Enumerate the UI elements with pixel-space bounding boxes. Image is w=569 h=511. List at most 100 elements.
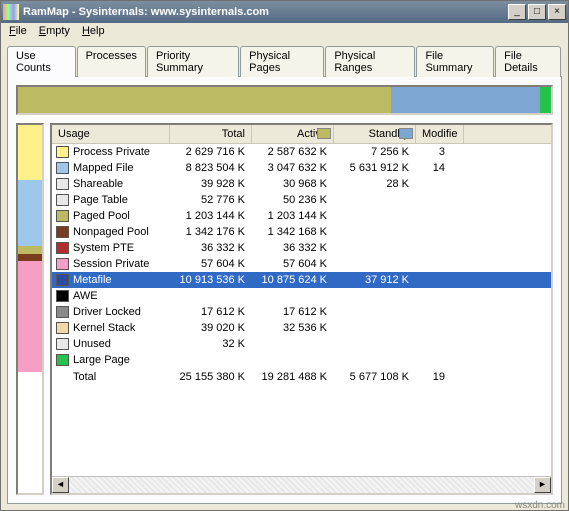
cell-active: 57 604 K <box>251 258 333 270</box>
cell-usage: Unused <box>73 338 169 350</box>
cell-active: 2 587 632 K <box>251 146 333 158</box>
cell-total: 57 604 K <box>169 258 251 270</box>
row-swatch-icon <box>56 274 69 286</box>
usage-grid: Usage Total Active Standby Modifie Proce… <box>50 123 553 495</box>
cell-total: 52 776 K <box>169 194 251 206</box>
table-row[interactable]: Mapped File8 823 504 K3 047 632 K5 631 9… <box>52 160 551 176</box>
tab-file-details[interactable]: File Details <box>495 46 561 77</box>
cell-standby: 5 677 108 K <box>333 371 415 383</box>
table-row[interactable]: Session Private57 604 K57 604 K <box>52 256 551 272</box>
cell-total: 10 913 536 K <box>169 274 251 286</box>
table-row[interactable]: AWE <box>52 288 551 304</box>
cell-modified: 19 <box>415 371 445 383</box>
table-row[interactable]: Process Private2 629 716 K2 587 632 K7 2… <box>52 144 551 160</box>
app-icon <box>3 4 19 20</box>
menu-help[interactable]: Help <box>82 25 105 37</box>
summary-bar <box>16 85 553 115</box>
main-window: RamMap - Sysinternals: www.sysinternals.… <box>0 0 569 511</box>
tab-use-counts[interactable]: Use Counts <box>7 46 76 77</box>
content-area: Usage Total Active Standby Modifie Proce… <box>16 123 553 495</box>
row-swatch-icon <box>56 258 69 270</box>
summary-seg <box>540 87 551 113</box>
close-button[interactable]: × <box>548 4 566 20</box>
cell-usage: Process Private <box>73 146 169 158</box>
table-row[interactable]: Shareable39 928 K30 968 K28 K <box>52 176 551 192</box>
side-bar <box>16 123 44 495</box>
cell-modified: 3 <box>415 146 445 158</box>
titlebar: RamMap - Sysinternals: www.sysinternals.… <box>1 1 568 23</box>
menubar: File Empty Help <box>1 23 568 39</box>
cell-usage: Large Page <box>73 354 169 366</box>
cell-active: 32 536 K <box>251 322 333 334</box>
cell-total: 8 823 504 K <box>169 162 251 174</box>
menu-empty[interactable]: Empty <box>39 25 70 37</box>
col-active[interactable]: Active <box>252 125 334 143</box>
cell-usage: AWE <box>73 290 169 302</box>
cell-usage: System PTE <box>73 242 169 254</box>
cell-usage: Shareable <box>73 178 169 190</box>
table-row[interactable]: System PTE36 332 K36 332 K <box>52 240 551 256</box>
scroll-left-icon[interactable]: ◄ <box>52 477 69 493</box>
row-swatch-icon <box>56 162 69 174</box>
cell-usage: Page Table <box>73 194 169 206</box>
minimize-button[interactable]: _ <box>508 4 526 20</box>
row-swatch-icon <box>56 210 69 222</box>
horizontal-scrollbar[interactable]: ◄ ► <box>52 476 551 493</box>
row-swatch-icon <box>56 178 69 190</box>
row-swatch-icon <box>56 290 69 302</box>
table-row[interactable]: Driver Locked17 612 K17 612 K <box>52 304 551 320</box>
tab-priority-summary[interactable]: Priority Summary <box>147 46 239 77</box>
sidebar-seg <box>18 246 42 253</box>
cell-total: 1 203 144 K <box>169 210 251 222</box>
tab-file-summary[interactable]: File Summary <box>416 46 494 77</box>
cell-total: 39 020 K <box>169 322 251 334</box>
scroll-right-icon[interactable]: ► <box>534 477 551 493</box>
cell-active: 17 612 K <box>251 306 333 318</box>
row-swatch-icon <box>56 322 69 334</box>
cell-usage: Metafile <box>73 274 169 286</box>
cell-active: 19 281 488 K <box>251 371 333 383</box>
cell-total: 25 155 380 K <box>169 371 251 383</box>
cell-active: 1 342 168 K <box>251 226 333 238</box>
summary-seg <box>18 87 391 113</box>
col-modified[interactable]: Modifie <box>416 125 464 143</box>
scroll-track[interactable] <box>69 477 534 493</box>
cell-standby: 37 912 K <box>333 274 415 286</box>
table-row[interactable]: Page Table52 776 K50 236 K <box>52 192 551 208</box>
col-usage[interactable]: Usage <box>52 125 170 143</box>
total-row: Total25 155 380 K19 281 488 K5 677 108 K… <box>52 368 551 384</box>
grid-body: Process Private2 629 716 K2 587 632 K7 2… <box>52 144 551 476</box>
cell-active: 50 236 K <box>251 194 333 206</box>
cell-usage: Driver Locked <box>73 306 169 318</box>
menu-file[interactable]: File <box>9 25 27 37</box>
table-row[interactable]: Large Page <box>52 352 551 368</box>
cell-usage: Total <box>73 371 169 383</box>
cell-total: 32 K <box>169 338 251 350</box>
table-row[interactable]: Unused32 K <box>52 336 551 352</box>
table-row[interactable]: Metafile10 913 536 K10 875 624 K37 912 K <box>52 272 551 288</box>
maximize-button[interactable]: □ <box>528 4 546 20</box>
cell-active: 30 968 K <box>251 178 333 190</box>
col-standby[interactable]: Standby <box>334 125 416 143</box>
sidebar-seg <box>18 125 42 180</box>
cell-standby: 28 K <box>333 178 415 190</box>
cell-total: 39 928 K <box>169 178 251 190</box>
table-row[interactable]: Paged Pool1 203 144 K1 203 144 K <box>52 208 551 224</box>
tab-processes[interactable]: Processes <box>77 46 146 77</box>
standby-swatch-icon <box>399 128 413 139</box>
row-swatch-icon <box>56 242 69 254</box>
window-buttons: _ □ × <box>508 4 566 20</box>
cell-usage: Paged Pool <box>73 210 169 222</box>
row-swatch-icon <box>56 338 69 350</box>
table-row[interactable]: Nonpaged Pool1 342 176 K1 342 168 K <box>52 224 551 240</box>
grid-header: Usage Total Active Standby Modifie <box>52 125 551 144</box>
col-total[interactable]: Total <box>170 125 252 143</box>
tab-physical-ranges[interactable]: Physical Ranges <box>325 46 415 77</box>
sidebar-seg <box>18 180 42 246</box>
cell-modified: 14 <box>415 162 445 174</box>
tabbar: Use CountsProcessesPriority SummaryPhysi… <box>7 45 562 76</box>
cell-active: 1 203 144 K <box>251 210 333 222</box>
sidebar-seg <box>18 254 42 261</box>
table-row[interactable]: Kernel Stack39 020 K32 536 K <box>52 320 551 336</box>
tab-physical-pages[interactable]: Physical Pages <box>240 46 324 77</box>
